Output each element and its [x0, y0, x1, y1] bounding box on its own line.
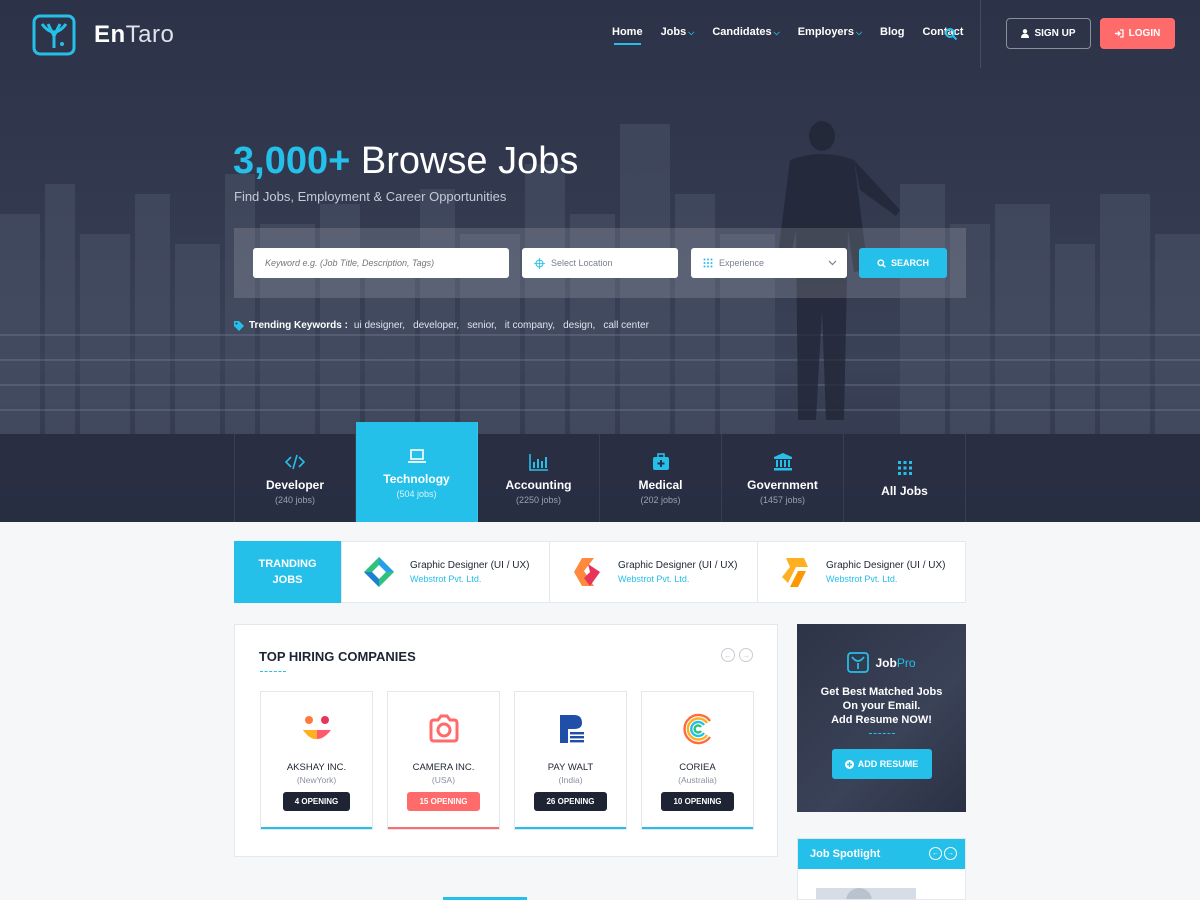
- top-navbar: EnTaro Home Jobs ⌵ Candidates ⌵ Employers ⌵…: [0, 0, 1200, 68]
- keyword-link[interactable]: developer,: [413, 320, 459, 331]
- openings-badge[interactable]: 15 OPENING: [407, 792, 480, 811]
- section-title: TOP HIRING COMPANIES: [259, 649, 416, 664]
- grid-icon: [897, 461, 912, 475]
- experience-select[interactable]: Experience: [691, 248, 847, 278]
- category-accounting[interactable]: Accounting (2250 jobs): [478, 434, 600, 522]
- fold-logo-icon: [782, 558, 808, 587]
- top-hiring-companies-panel: TOP HIRING COMPANIES ← → AKSHAY INC. (Ne…: [234, 624, 778, 857]
- login-button[interactable]: LOGIN: [1100, 18, 1175, 49]
- keyword-link[interactable]: call center: [603, 320, 649, 331]
- arrow-right-icon[interactable]: →: [944, 847, 957, 860]
- keyword-link[interactable]: design,: [563, 320, 595, 331]
- hero-title: 3,000+ Browse Jobs: [233, 140, 579, 182]
- card-accent-bar: [642, 827, 753, 829]
- company-card[interactable]: AKSHAY INC. (NewYork) 4 OPENING: [260, 691, 373, 830]
- chevron-down-icon: ⌵: [688, 28, 695, 37]
- search-icon[interactable]: [944, 27, 958, 41]
- search-button[interactable]: SEARCH: [859, 248, 947, 278]
- category-list: Developer (240 jobs) Technology (504 job…: [234, 422, 966, 522]
- category-medical[interactable]: Medical (202 jobs): [600, 434, 722, 522]
- sign-in-icon: [1114, 29, 1124, 38]
- plus-circle-icon: [844, 759, 854, 769]
- jobpro-logo-icon: [847, 652, 870, 673]
- p-logo-icon: [559, 715, 584, 743]
- nav-item-home[interactable]: Home: [612, 26, 643, 45]
- company-card[interactable]: PAY WALT (India) 26 OPENING: [514, 691, 627, 830]
- job-search-form: Select Location Experience SEARCH: [234, 228, 966, 298]
- grid-dots-icon: [703, 258, 713, 268]
- search-icon: [877, 258, 886, 268]
- spotlight-image: [816, 888, 916, 899]
- code-icon: [285, 454, 305, 469]
- location-field[interactable]: Select Location: [522, 248, 678, 278]
- main-menu: Home Jobs ⌵ Candidates ⌵ Employers ⌵ Blog C…: [612, 26, 981, 45]
- nav-item-jobs[interactable]: Jobs ⌵: [661, 26, 695, 38]
- openings-badge[interactable]: 26 OPENING: [534, 792, 607, 811]
- job-spotlight-widget: Job Spotlight ← →: [797, 838, 966, 900]
- laptop-icon: [407, 448, 426, 463]
- company-card[interactable]: CORIEA (Australia) 10 OPENING: [641, 691, 754, 830]
- brand-logo[interactable]: EnTaro: [32, 14, 174, 56]
- openings-badge[interactable]: 4 OPENING: [282, 792, 351, 811]
- camera-logo-icon: [429, 714, 458, 743]
- title-underline: [260, 671, 286, 673]
- signup-button[interactable]: SIGN UP: [1006, 18, 1091, 49]
- ribbon-logo-icon: [574, 558, 600, 586]
- card-accent-bar: [515, 827, 626, 829]
- bank-icon: [773, 452, 792, 470]
- balcony-railing-image: [0, 334, 1200, 411]
- ad-divider: [868, 733, 895, 734]
- chevron-down-icon: ⌵: [773, 28, 780, 37]
- medical-kit-icon: [652, 452, 669, 470]
- keyword-link[interactable]: ui designer,: [354, 320, 405, 331]
- trending-job-item[interactable]: Graphic Designer (UI / UX) Webstrot Pvt. …: [549, 542, 757, 602]
- bar-chart-icon: [528, 453, 548, 471]
- hero-subtitle: Find Jobs, Employment & Career Opportuni…: [234, 189, 507, 204]
- diamond-logo-icon: [364, 557, 394, 587]
- brand-name: EnTaro: [94, 21, 175, 48]
- trending-keywords: Trending Keywords : ui designer, develop…: [234, 320, 657, 331]
- spotlight-header: Job Spotlight ← →: [798, 839, 965, 869]
- user-icon: [1021, 29, 1030, 38]
- keyword-link[interactable]: senior,: [467, 320, 496, 331]
- keyword-input[interactable]: [265, 258, 495, 268]
- entaro-logo-icon: [32, 14, 76, 56]
- arrow-left-icon[interactable]: ←: [929, 847, 942, 860]
- location-target-icon: [534, 257, 545, 269]
- c-logo-icon: [682, 713, 711, 745]
- trending-jobs-label: TRANDING JOBS: [234, 541, 341, 603]
- openings-badge[interactable]: 10 OPENING: [661, 792, 734, 811]
- arrow-left-icon[interactable]: ←: [721, 648, 735, 662]
- chevron-down-icon: [828, 260, 837, 266]
- category-all-jobs[interactable]: All Jobs: [844, 434, 966, 522]
- smiley-logo-icon: [302, 716, 331, 740]
- trending-jobs-strip: TRANDING JOBS Graphic Designer (UI / UX) W…: [234, 541, 966, 603]
- keyword-field[interactable]: [253, 248, 509, 278]
- card-accent-bar: [388, 827, 499, 829]
- chevron-down-icon: ⌵: [855, 28, 863, 37]
- card-accent-bar: [261, 827, 372, 829]
- category-technology[interactable]: Technology (504 jobs): [356, 422, 478, 522]
- tag-icon: [234, 320, 244, 331]
- jobpro-logo: JobPro: [797, 652, 966, 673]
- trending-job-item[interactable]: Graphic Designer (UI / UX) Webstrot Pvt. …: [757, 542, 965, 602]
- arrow-right-icon[interactable]: →: [739, 648, 753, 662]
- nav-item-blog[interactable]: Blog: [880, 26, 904, 38]
- nav-item-candidates[interactable]: Candidates ⌵: [712, 26, 779, 38]
- jobpro-ad-banner: JobPro Get Best Matched Jobs On your Emai…: [797, 624, 966, 812]
- add-resume-button[interactable]: ADD RESUME: [831, 749, 932, 779]
- company-card[interactable]: CAMERA INC. (USA) 15 OPENING: [387, 691, 500, 830]
- ad-message: Get Best Matched Jobs On your Email. Add R…: [820, 686, 943, 726]
- category-developer[interactable]: Developer (240 jobs): [234, 434, 356, 522]
- nav-divider: [980, 0, 981, 68]
- category-government[interactable]: Government (1457 jobs): [722, 434, 844, 522]
- trending-job-item[interactable]: Graphic Designer (UI / UX) Webstrot Pvt. …: [341, 542, 549, 602]
- keyword-link[interactable]: it company,: [505, 320, 555, 331]
- nav-item-employers[interactable]: Employers ⌵: [798, 26, 862, 38]
